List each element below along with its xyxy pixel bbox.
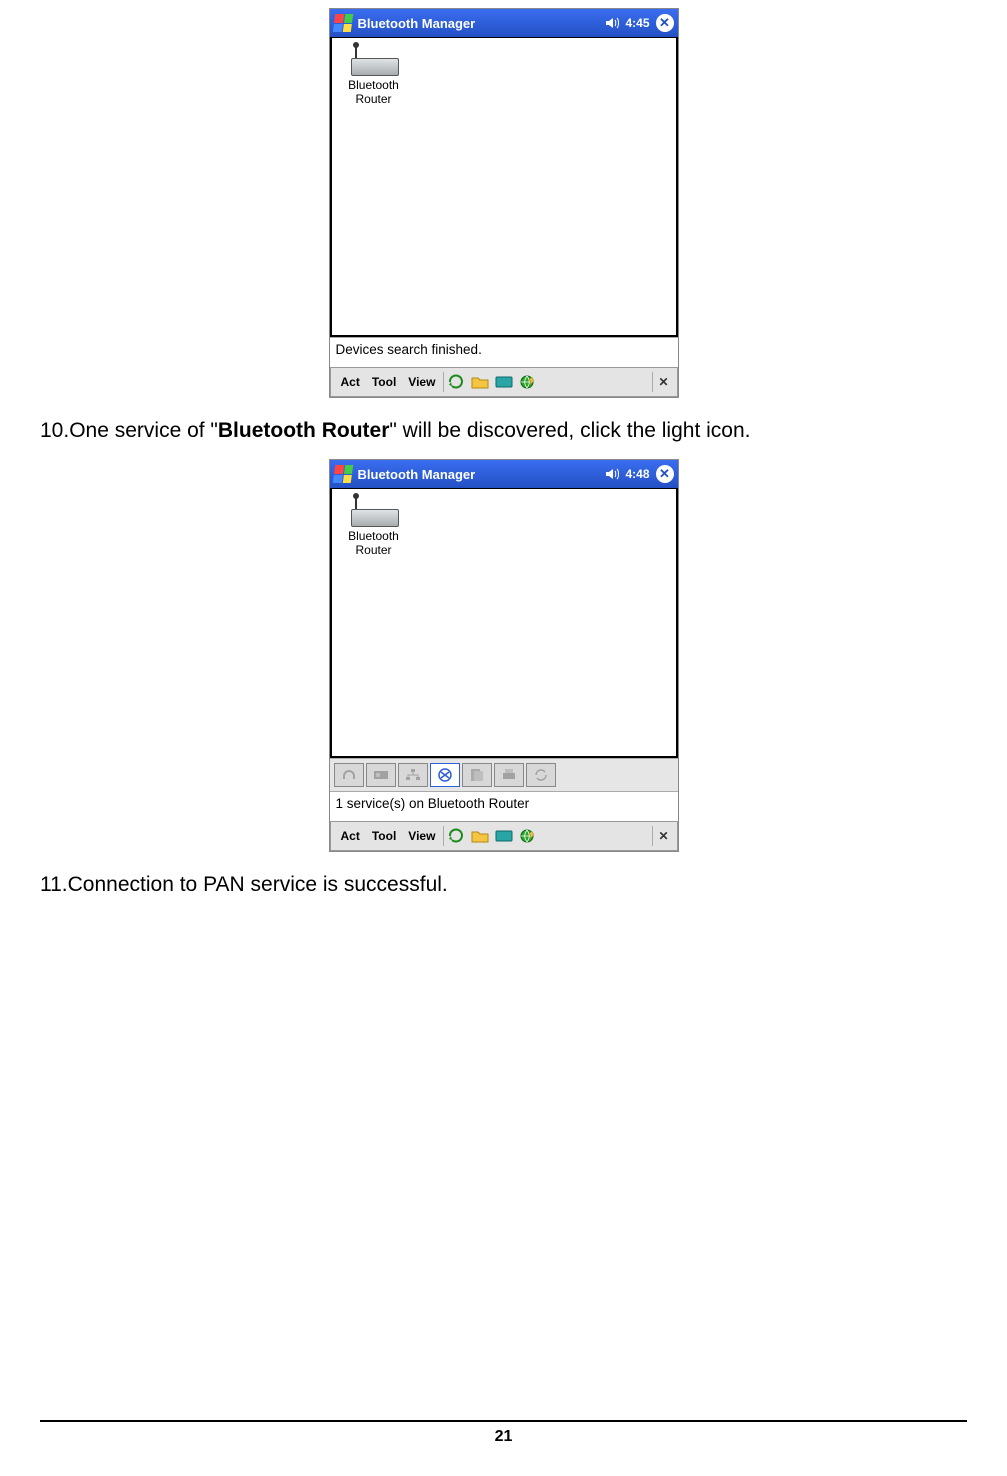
screenshot-2: Bluetooth Manager 4:48 ✕ Bluetooth Route… (329, 459, 679, 852)
router-icon (349, 497, 399, 527)
device-item-bluetooth-router[interactable]: Bluetooth Router (338, 495, 410, 557)
close-button[interactable]: ✕ (656, 465, 674, 483)
title-bar: Bluetooth Manager 4:45 ✕ (330, 9, 678, 37)
service-icon-dialup[interactable] (366, 763, 396, 787)
refresh-icon[interactable] (446, 827, 466, 845)
status-text: Devices search finished. (330, 337, 678, 361)
service-icon-sync[interactable] (526, 763, 556, 787)
menu-bar: Act Tool View ✕ (330, 821, 678, 851)
step-10-text: 10.One service of "Bluetooth Router" wil… (40, 416, 967, 445)
close-x-button[interactable]: ✕ (655, 829, 673, 843)
menu-view[interactable]: View (402, 375, 441, 389)
step-11-text: 11.Connection to PAN service is successf… (40, 870, 967, 899)
divider (443, 372, 444, 392)
card-icon[interactable] (494, 827, 514, 845)
device-item-bluetooth-router[interactable]: Bluetooth Router (338, 44, 410, 106)
menu-view[interactable]: View (402, 829, 441, 843)
service-icon-pan[interactable] (430, 763, 460, 787)
speaker-icon[interactable] (605, 16, 619, 30)
menu-act[interactable]: Act (335, 829, 366, 843)
windows-logo-icon (332, 465, 353, 483)
device-label: Router (338, 92, 410, 106)
title-bar: Bluetooth Manager 4:48 ✕ (330, 460, 678, 488)
device-label: Bluetooth (338, 78, 410, 92)
speaker-icon[interactable] (605, 467, 619, 481)
service-icon-print[interactable] (494, 763, 524, 787)
router-icon (349, 46, 399, 76)
menu-act[interactable]: Act (335, 375, 366, 389)
window-title: Bluetooth Manager (358, 16, 602, 31)
device-list: Bluetooth Router (330, 488, 678, 758)
window-title: Bluetooth Manager (358, 467, 602, 482)
close-button[interactable]: ✕ (656, 14, 674, 32)
menu-tool[interactable]: Tool (366, 829, 402, 843)
divider (443, 826, 444, 846)
page-number: 21 (40, 1420, 967, 1446)
clock-time: 4:45 (625, 16, 649, 30)
divider (652, 372, 653, 392)
device-label: Bluetooth (338, 529, 410, 543)
service-icon-headset[interactable] (334, 763, 364, 787)
divider (652, 826, 653, 846)
folder-icon[interactable] (470, 827, 490, 845)
menu-bar: Act Tool View ✕ (330, 367, 678, 397)
service-icon-file[interactable] (462, 763, 492, 787)
windows-logo-icon (332, 14, 353, 32)
device-label: Router (338, 543, 410, 557)
device-list: Bluetooth Router (330, 37, 678, 337)
service-icon-bar (330, 758, 678, 791)
globe-icon[interactable] (518, 373, 538, 391)
folder-icon[interactable] (470, 373, 490, 391)
close-x-button[interactable]: ✕ (655, 375, 673, 389)
menu-tool[interactable]: Tool (366, 375, 402, 389)
screenshot-1: Bluetooth Manager 4:45 ✕ Bluetooth Route… (329, 8, 679, 398)
globe-icon[interactable] (518, 827, 538, 845)
status-text: 1 service(s) on Bluetooth Router (330, 791, 678, 815)
service-icon-lan[interactable] (398, 763, 428, 787)
card-icon[interactable] (494, 373, 514, 391)
clock-time: 4:48 (625, 467, 649, 481)
refresh-icon[interactable] (446, 373, 466, 391)
